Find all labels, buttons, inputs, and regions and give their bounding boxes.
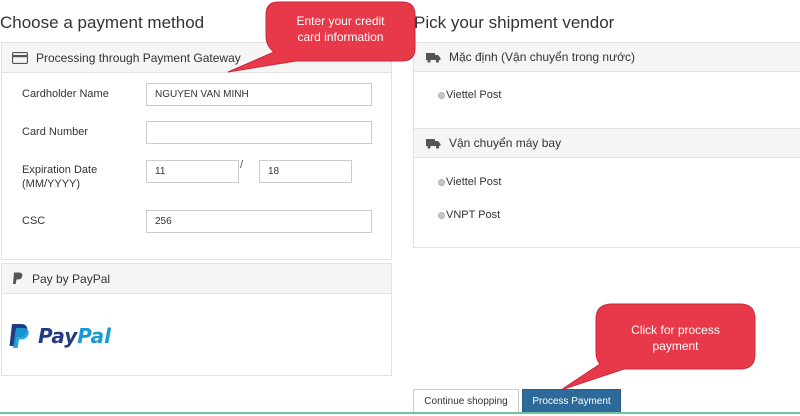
paypal-title: Pay by PayPal [32,271,111,286]
truck-icon [426,52,441,63]
shipment-group-domestic: Mặc định (Vận chuyển trong nước) [414,42,800,72]
continue-shopping-button[interactable]: Continue shopping [413,389,519,414]
shipping-option-viettel-domestic[interactable]: Viettel Post [438,89,501,101]
bottom-divider [0,412,800,414]
paypal-wordmark: PayPal [38,324,112,348]
shipping-option-viettel-air[interactable]: Viettel Post [438,176,501,188]
cardholder-input[interactable]: NGUYEN VAN MINH [146,83,372,106]
paypal-header[interactable]: Pay by PayPal [2,264,391,294]
radio-button[interactable] [438,91,445,99]
process-payment-button[interactable]: Process Payment [522,389,621,414]
payment-method-heading: Choose a payment method [0,13,205,32]
shipping-option-label: Viettel Post [446,89,502,101]
shipment-group-air: Vận chuyển máy bay [414,128,800,158]
expiry-label: Expiration Date (MM/YYYY) [22,163,97,191]
shipping-option-vnpt-air[interactable]: VNPT Post [438,209,500,221]
shipment-group-title: Vận chuyển máy bay [449,136,562,150]
shipping-option-label: VNPT Post [446,209,501,221]
radio-button[interactable] [438,211,445,219]
csc-label: CSC [22,215,46,227]
expiry-year-input[interactable]: 18 [259,160,352,183]
paypal-icon [12,272,24,285]
cardholder-label: Cardholder Name [22,88,109,100]
paypal-panel: Pay by PayPal PayPal [1,263,392,376]
shipment-group-title: Mặc định (Vận chuyển trong nước) [449,50,635,64]
card-number-label: Card Number [22,126,89,138]
radio-button[interactable] [438,178,445,186]
expiry-month-input[interactable]: 11 [146,160,239,183]
process-payment-callout: Click for process payment [558,302,764,392]
expiry-label-line1: Expiration Date [22,164,98,176]
card-number-input[interactable] [146,121,372,144]
truck-icon [426,138,441,149]
paypal-logo[interactable]: PayPal [8,323,111,349]
shipping-option-label: Viettel Post [446,176,502,188]
credit-card-icon [12,51,28,64]
shipment-panel: Mặc định (Vận chuyển trong nước) Viettel… [413,42,800,248]
paypal-logo-icon [9,324,29,348]
expiry-label-line2: (MM/YYYY) [22,178,81,190]
credit-card-callout: Enter your credit card information [222,0,418,75]
expiry-separator: / [240,159,244,171]
process-payment-callout-text: Click for process payment [631,323,720,353]
credit-card-callout-text: Enter your credit card information [296,14,385,44]
csc-input[interactable]: 256 [146,210,372,233]
shipment-vendor-heading: Pick your shipment vendor [414,13,615,32]
payment-gateway-title: Processing through Payment Gateway [36,50,241,65]
